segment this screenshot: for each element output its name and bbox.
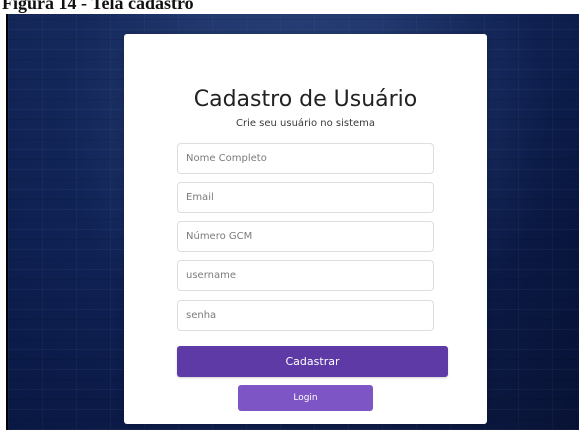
login-button[interactable]: Login: [238, 385, 373, 411]
username-field[interactable]: [177, 260, 434, 291]
registration-screen: Cadastro de Usuário Crie seu usuário no …: [6, 14, 579, 430]
page-subtitle: Crie seu usuário no sistema: [235, 118, 376, 129]
register-button[interactable]: Cadastrar: [177, 346, 448, 377]
registration-card: Cadastro de Usuário Crie seu usuário no …: [124, 34, 487, 424]
page: Figura 14 - Tela cadastro Cadastro de Us…: [0, 0, 579, 430]
figure-caption: Figura 14 - Tela cadastro: [2, 0, 194, 13]
gcm-number-field[interactable]: [177, 221, 434, 252]
password-field[interactable]: [177, 300, 434, 331]
page-title: Cadastro de Usuário: [193, 87, 418, 112]
email-field[interactable]: [177, 182, 434, 213]
full-name-field[interactable]: [177, 143, 434, 174]
